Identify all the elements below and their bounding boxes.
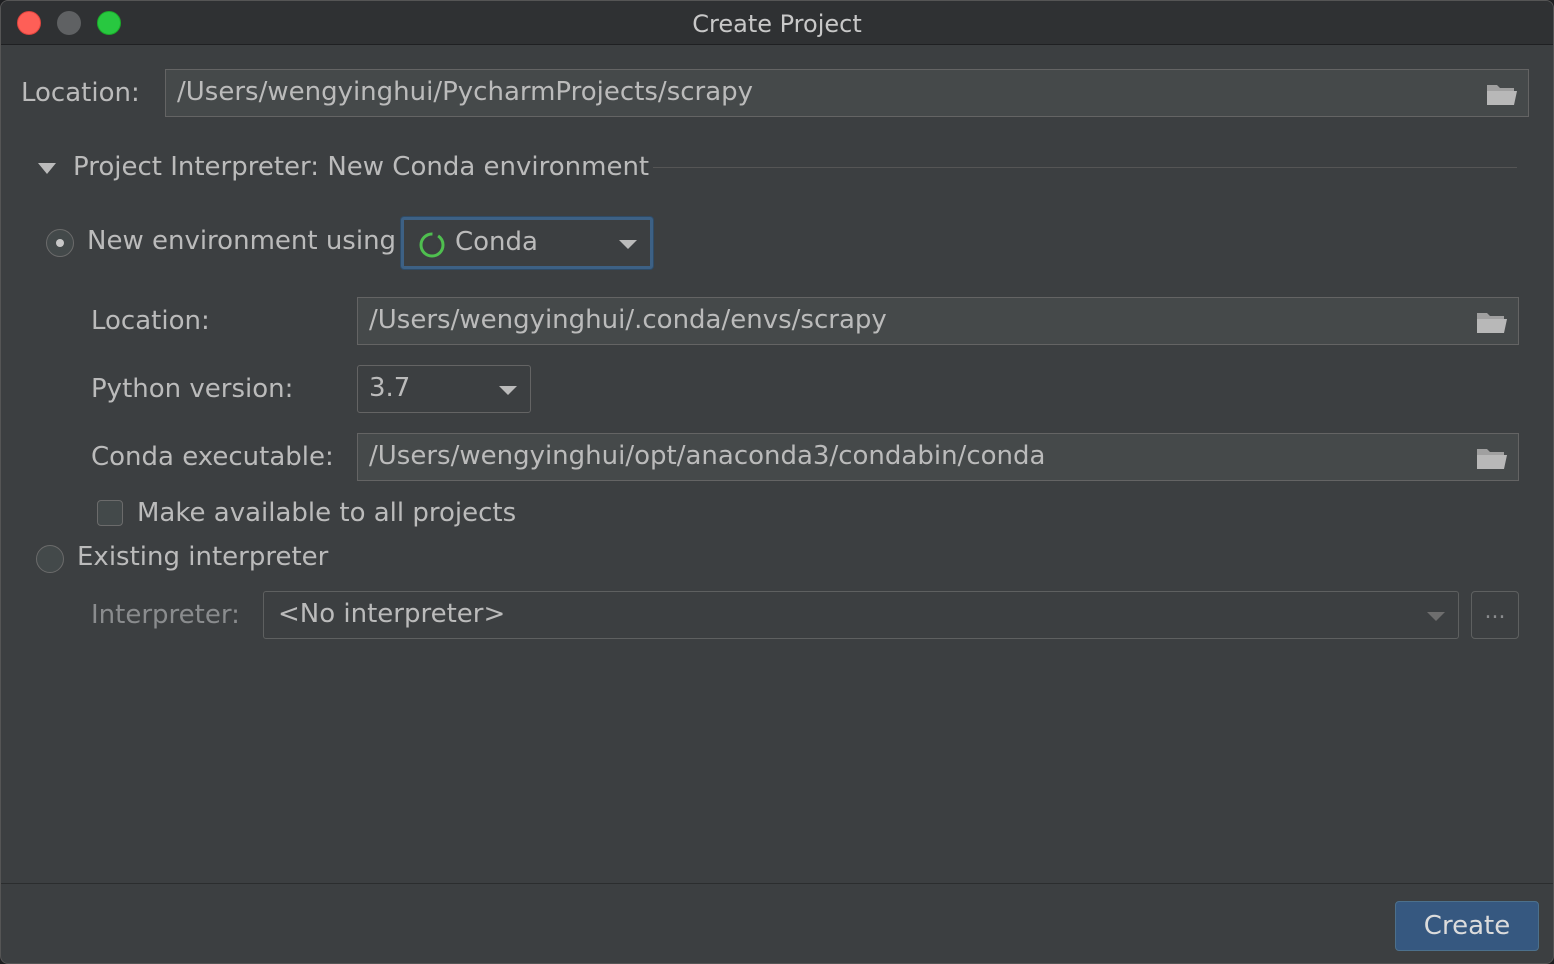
create-project-dialog: Create Project Location: /Users/wengying… — [0, 0, 1554, 964]
folder-icon[interactable] — [1476, 446, 1508, 470]
new-environment-label[interactable]: New environment using — [87, 226, 396, 256]
make-available-checkbox[interactable] — [97, 500, 123, 526]
conda-executable-label: Conda executable: — [91, 442, 334, 472]
interpreter-label: Interpreter: — [91, 600, 240, 630]
python-version-select[interactable]: 3.7 — [357, 365, 531, 413]
chevron-down-icon — [499, 386, 517, 395]
python-version-value: 3.7 — [369, 373, 411, 403]
existing-interpreter-label[interactable]: Existing interpreter — [77, 542, 328, 572]
chevron-down-icon — [619, 240, 637, 249]
new-environment-radio[interactable] — [46, 229, 74, 257]
window-title: Create Project — [692, 10, 862, 38]
make-available-label[interactable]: Make available to all projects — [137, 498, 516, 528]
environment-tool-value: Conda — [455, 227, 538, 257]
env-location-label: Location: — [91, 306, 210, 336]
python-version-label: Python version: — [91, 374, 294, 404]
chevron-down-icon — [1427, 612, 1445, 621]
project-location-field[interactable]: /Users/wengyinghui/PycharmProjects/scrap… — [165, 69, 1529, 117]
conda-executable-value: /Users/wengyinghui/opt/anaconda3/condabi… — [369, 441, 1046, 471]
interpreter-select[interactable]: <No interpreter> — [263, 591, 1459, 639]
collapse-triangle-icon[interactable] — [38, 163, 56, 174]
conda-executable-field[interactable]: /Users/wengyinghui/opt/anaconda3/condabi… — [357, 433, 1519, 481]
browse-interpreter-button[interactable]: ... — [1471, 591, 1519, 639]
project-location-value: /Users/wengyinghui/PycharmProjects/scrap… — [177, 77, 754, 107]
project-location-label: Location: — [21, 78, 140, 108]
existing-interpreter-radio[interactable] — [36, 545, 64, 573]
title-bar: Create Project — [1, 1, 1553, 45]
create-button[interactable]: Create — [1395, 901, 1539, 951]
env-location-value: /Users/wengyinghui/.conda/envs/scrapy — [369, 305, 887, 335]
section-divider — [653, 167, 1517, 168]
interpreter-value: <No interpreter> — [278, 599, 506, 629]
radio-selected-dot — [56, 239, 64, 247]
folder-icon[interactable] — [1486, 82, 1518, 106]
env-location-field[interactable]: /Users/wengyinghui/.conda/envs/scrapy — [357, 297, 1519, 345]
folder-icon[interactable] — [1476, 310, 1508, 334]
interpreter-section-title[interactable]: Project Interpreter: New Conda environme… — [73, 152, 649, 182]
environment-tool-select[interactable]: Conda — [401, 217, 653, 269]
footer-divider — [1, 883, 1553, 884]
conda-icon — [419, 232, 445, 258]
